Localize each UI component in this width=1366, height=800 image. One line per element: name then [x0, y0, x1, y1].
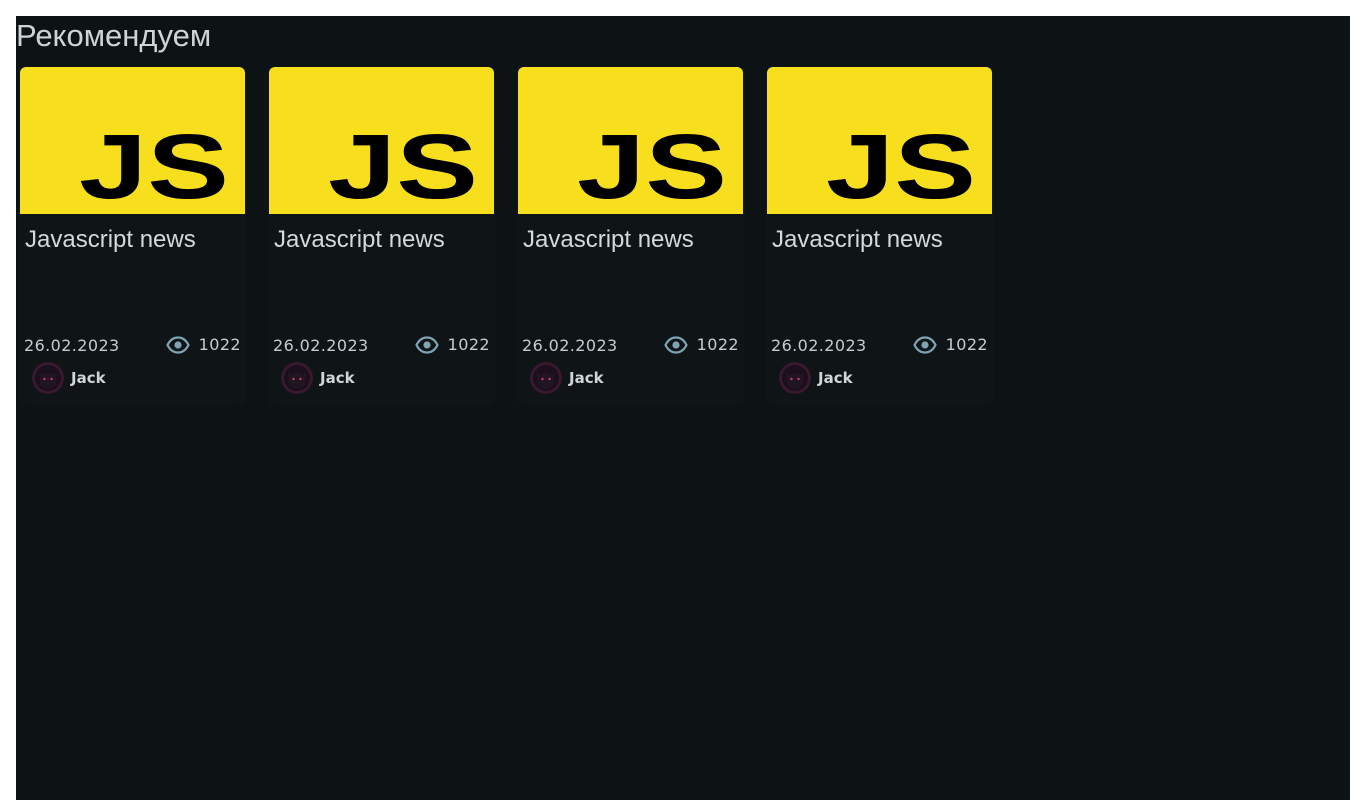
avatar[interactable]: [530, 362, 562, 394]
eye-icon: [663, 335, 688, 354]
article-author[interactable]: Jack: [281, 362, 355, 394]
card-list: JS Javascript news 26.02.2023 1022 Jack …: [20, 67, 992, 405]
article-card[interactable]: JS Javascript news 26.02.2023 1022 Jack: [20, 67, 245, 405]
article-title[interactable]: Javascript news: [25, 226, 196, 254]
article-date: 26.02.2023: [273, 336, 369, 355]
author-name[interactable]: Jack: [71, 369, 106, 387]
author-name[interactable]: Jack: [569, 369, 604, 387]
views-count: 1022: [447, 335, 490, 354]
article-views: 1022: [165, 335, 241, 354]
views-count: 1022: [945, 335, 988, 354]
article-thumbnail[interactable]: JS: [269, 67, 494, 214]
views-count: 1022: [198, 335, 241, 354]
eye-icon: [912, 335, 937, 354]
article-views: 1022: [912, 335, 988, 354]
article-date: 26.02.2023: [24, 336, 120, 355]
eye-icon: [414, 335, 439, 354]
article-card[interactable]: JS Javascript news 26.02.2023 1022 Jack: [269, 67, 494, 405]
avatar[interactable]: [32, 362, 64, 394]
article-views: 1022: [414, 335, 490, 354]
article-views: 1022: [663, 335, 739, 354]
article-date: 26.02.2023: [771, 336, 867, 355]
js-logo-icon: JS: [79, 116, 229, 214]
author-name[interactable]: Jack: [818, 369, 853, 387]
article-title[interactable]: Javascript news: [523, 226, 694, 254]
views-count: 1022: [696, 335, 739, 354]
article-thumbnail[interactable]: JS: [518, 67, 743, 214]
article-author[interactable]: Jack: [530, 362, 604, 394]
article-card[interactable]: JS Javascript news 26.02.2023 1022 Jack: [518, 67, 743, 405]
article-title[interactable]: Javascript news: [274, 226, 445, 254]
article-card[interactable]: JS Javascript news 26.02.2023 1022 Jack: [767, 67, 992, 405]
svg-text:JS: JS: [826, 116, 976, 214]
svg-text:JS: JS: [328, 116, 478, 214]
eye-icon: [165, 335, 190, 354]
avatar[interactable]: [281, 362, 313, 394]
svg-text:JS: JS: [577, 116, 727, 214]
section-title: Рекомендуем: [16, 18, 212, 53]
author-name[interactable]: Jack: [320, 369, 355, 387]
js-logo-icon: JS: [826, 116, 976, 214]
article-author[interactable]: Jack: [779, 362, 853, 394]
article-title[interactable]: Javascript news: [772, 226, 943, 254]
svg-text:JS: JS: [79, 116, 229, 214]
article-date: 26.02.2023: [522, 336, 618, 355]
js-logo-icon: JS: [577, 116, 727, 214]
article-author[interactable]: Jack: [32, 362, 106, 394]
js-logo-icon: JS: [328, 116, 478, 214]
article-thumbnail[interactable]: JS: [767, 67, 992, 214]
article-thumbnail[interactable]: JS: [20, 67, 245, 214]
avatar[interactable]: [779, 362, 811, 394]
recommended-panel: Рекомендуем JS Javascript news 26.02.202…: [16, 16, 1350, 800]
